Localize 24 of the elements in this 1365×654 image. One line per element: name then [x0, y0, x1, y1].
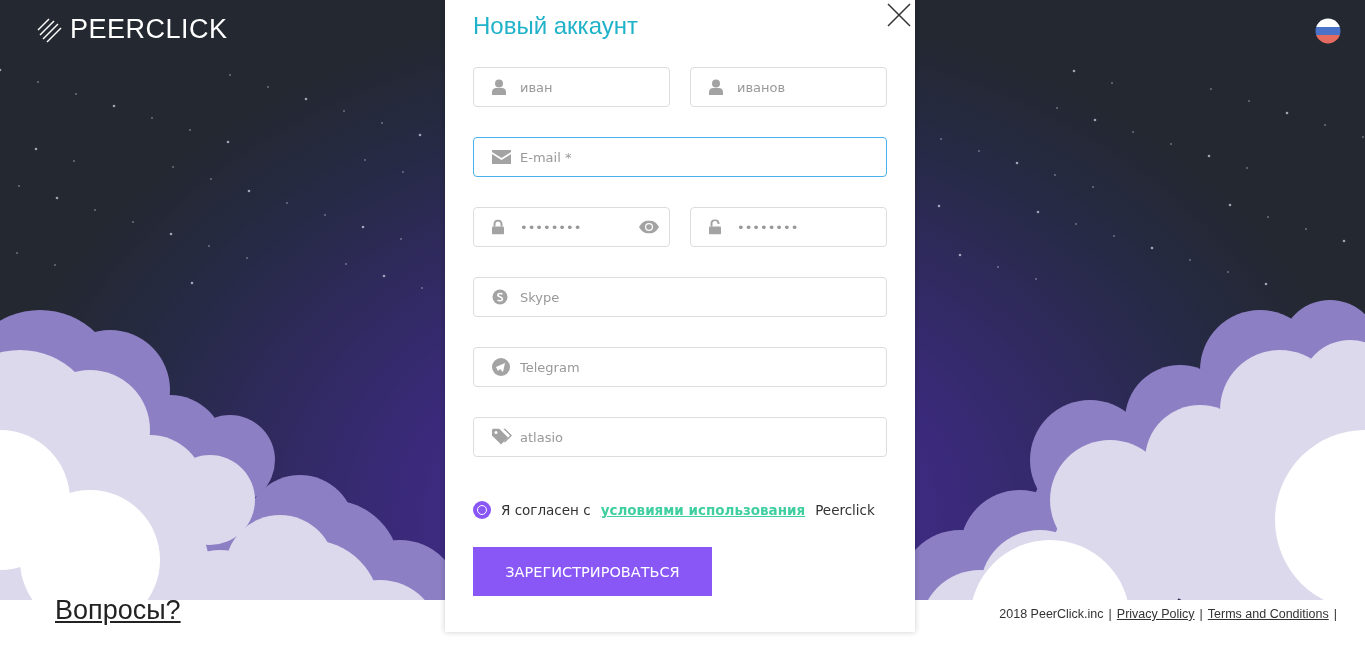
unlocked-lock-icon: [709, 219, 721, 235]
user-icon: [492, 79, 506, 95]
lock-icon: [492, 219, 504, 235]
footer-separator: |: [1199, 607, 1203, 621]
tags-icon: [492, 428, 512, 446]
input-field[interactable]: E-mail *: [473, 137, 887, 177]
skype-icon: [492, 289, 508, 305]
agree-text: Я согласен с: [501, 502, 591, 518]
logo-text: PEERCLICK: [70, 14, 228, 45]
footer-link[interactable]: Terms and Conditions: [1207, 607, 1329, 621]
footer-separator: |: [1108, 607, 1112, 621]
footer-separator: |: [1333, 607, 1337, 621]
questions-link[interactable]: Вопросы?: [55, 595, 445, 626]
envelope-icon: [492, 150, 511, 164]
dialog-title: Новый аккаунт: [473, 12, 639, 40]
copyright-text: 2018 PeerClick.inc: [999, 607, 1104, 621]
logo-stripes-icon: [36, 16, 62, 43]
paper-plane-icon: [492, 358, 510, 376]
register-button[interactable]: ЗАРЕГИСТРИРОВАТЬСЯ: [473, 547, 712, 596]
footer-link[interactable]: Privacy Policy: [1116, 607, 1195, 621]
user-icon: [709, 79, 723, 95]
agree-text: Peerclick: [815, 502, 875, 518]
flag-icon[interactable]: [1315, 18, 1341, 44]
agree-checkbox[interactable]: [473, 501, 491, 519]
